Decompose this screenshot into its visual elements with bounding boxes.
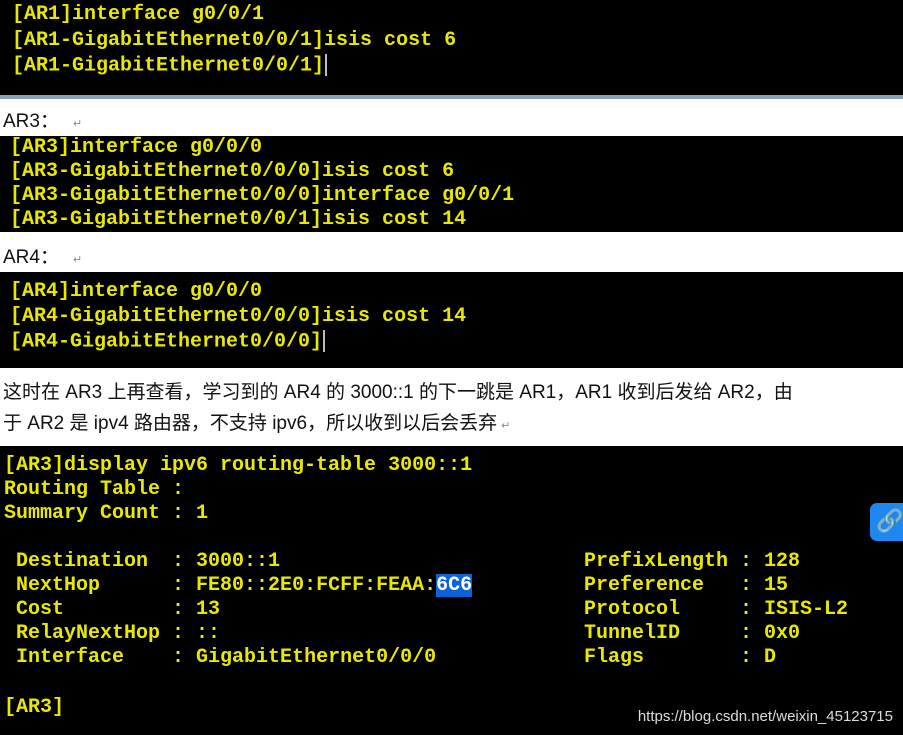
caption-text: AR3：	[3, 111, 59, 132]
field-value: GigabitEthernet0/0/0	[196, 646, 437, 669]
terminal-line: [AR4]interface g0/0/0	[10, 280, 263, 303]
route-field: TunnelID : 0x0	[584, 622, 801, 645]
field-value: 0x0	[764, 622, 801, 645]
terminal-command: [AR3]display ipv6 routing-table 3000::1	[4, 454, 473, 477]
text-cursor	[323, 330, 326, 352]
route-field: Flags : D	[584, 646, 777, 669]
terminal-line: [AR4-GigabitEthernet0/0/0]	[10, 330, 326, 354]
route-field: PrefixLength : 128	[584, 550, 801, 573]
field-label: RelayNextHop	[16, 622, 173, 645]
terminal-route: [AR3]display ipv6 routing-table 3000::1 …	[0, 446, 903, 735]
field-value: 15	[764, 574, 789, 597]
caption-ar4: AR4： ↵	[3, 242, 82, 269]
field-value: ISIS-L2	[764, 598, 849, 621]
terminal-line: [AR3]interface g0/0/0	[10, 136, 263, 159]
caption-text: AR4：	[3, 247, 59, 268]
route-field: NextHop : FE80::2E0:FCFF:FEAA:6C6	[16, 574, 473, 597]
terminal-ar4: [AR4]interface g0/0/0 [AR4-GigabitEthern…	[0, 272, 903, 368]
field-label: TunnelID	[584, 622, 741, 645]
terminal-line: [AR3-GigabitEthernet0/0/0]interface g0/0…	[10, 184, 515, 207]
field-value: 128	[764, 550, 801, 573]
terminal-prompt: [AR3]	[4, 696, 65, 719]
paragraph-text: 于 AR2 是 ipv4 路由器，不支持 ipv6，所以收到以后会丢弃	[3, 413, 498, 434]
field-value: ::	[196, 622, 221, 645]
field-label: Protocol	[584, 598, 741, 621]
text-cursor	[325, 54, 328, 76]
field-label: NextHop	[16, 574, 173, 597]
route-field: Interface : GigabitEthernet0/0/0	[16, 646, 437, 669]
terminal-line-text: [AR4-GigabitEthernet0/0/0]	[10, 330, 323, 354]
selected-text: 6C6	[436, 574, 473, 597]
terminal-ar1: [AR1]interface g0/0/1 [AR1-GigabitEthern…	[0, 0, 903, 99]
field-label: PrefixLength	[584, 550, 741, 573]
field-label: Interface	[16, 646, 173, 669]
paragraph-mark-icon: ↵	[72, 254, 83, 266]
paragraph-line: 这时在 AR3 上再查看，学习到的 AR4 的 3000::1 的下一跳是 AR…	[3, 382, 793, 403]
field-value: 13	[196, 598, 221, 621]
terminal-ar3: [AR3]interface g0/0/0 [AR3-GigabitEthern…	[0, 136, 903, 232]
routing-table-heading: Routing Table :	[4, 478, 185, 501]
paragraph-mark-icon: ↵	[72, 118, 83, 130]
route-field: Protocol : ISIS-L2	[584, 598, 849, 621]
paragraph-mark-icon: ↵	[501, 420, 511, 432]
terminal-line: [AR3-GigabitEthernet0/0/1]isis cost 14	[10, 208, 467, 231]
route-field: RelayNextHop : ::	[16, 622, 221, 645]
field-value: FE80::2E0:FCFF:FEAA:	[196, 574, 437, 597]
field-label: Cost	[16, 598, 173, 621]
watermark: https://blog.csdn.net/weixin_45123715	[637, 708, 893, 725]
terminal-line: [AR3-GigabitEthernet0/0/0]isis cost 6	[10, 160, 455, 183]
terminal-line: [AR1]interface g0/0/1	[12, 3, 265, 26]
paragraph-line: 于 AR2 是 ipv4 路由器，不支持 ipv6，所以收到以后会丢弃 ↵	[3, 408, 510, 435]
link-icon[interactable]: 🔗	[870, 503, 903, 541]
summary-count: Summary Count : 1	[4, 502, 209, 525]
field-label: Destination	[16, 550, 173, 573]
terminal-line-text: [AR1-GigabitEthernet0/0/1]	[12, 54, 325, 78]
route-field: Preference : 15	[584, 574, 789, 597]
route-field: Destination : 3000::1	[16, 550, 281, 573]
route-field: Cost : 13	[16, 598, 221, 621]
field-value: 3000::1	[196, 550, 281, 573]
terminal-line: [AR1-GigabitEthernet0/0/1]	[12, 54, 328, 78]
terminal-line: [AR1-GigabitEthernet0/0/1]isis cost 6	[12, 29, 457, 52]
caption-ar3: AR3： ↵	[3, 106, 82, 133]
field-value: D	[764, 646, 777, 669]
field-label: Preference	[584, 574, 741, 597]
field-label: Flags	[584, 646, 741, 669]
terminal-line: [AR4-GigabitEthernet0/0/0]isis cost 14	[10, 305, 467, 328]
